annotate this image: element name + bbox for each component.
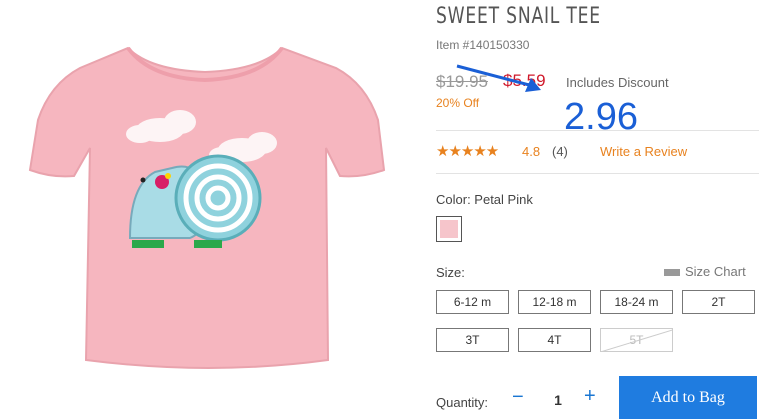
size-option-12-18m[interactable]: 12-18 m [518, 290, 591, 314]
product-title: SWEET SNAIL TEE [436, 4, 601, 29]
quantity-increment-button[interactable]: + [584, 385, 596, 408]
price-annotation: 2.96 [564, 96, 638, 138]
quantity-decrement-button[interactable]: − [512, 386, 524, 409]
swatch-fill [440, 220, 458, 238]
color-label: Color: Petal Pink [436, 192, 533, 207]
divider [436, 130, 759, 131]
size-option-5t-unavailable: 5T [600, 328, 673, 352]
item-number: Item #140150330 [436, 38, 530, 52]
size-option-2t[interactable]: 2T [682, 290, 755, 314]
size-option-3t[interactable]: 3T [436, 328, 509, 352]
size-option-6-12m[interactable]: 6-12 m [436, 290, 509, 314]
add-to-bag-button[interactable]: Add to Bag [619, 376, 757, 419]
write-review-link[interactable]: Write a Review [600, 144, 687, 159]
product-image [28, 46, 386, 369]
color-swatch-petal-pink[interactable] [436, 216, 462, 242]
size-chart-label: Size Chart [685, 264, 746, 279]
size-option-4t[interactable]: 4T [518, 328, 591, 352]
size-chart-link[interactable]: Size Chart [664, 264, 746, 279]
annotation-arrow-icon [456, 64, 541, 92]
discount-note: Includes Discount [566, 75, 669, 90]
review-count[interactable]: (4) [552, 144, 568, 159]
divider [436, 173, 759, 174]
quantity-label: Quantity: [436, 395, 489, 410]
quantity-input[interactable]: 1 [545, 388, 571, 412]
ruler-icon [664, 269, 680, 277]
rating-value: 4.8 [522, 144, 541, 159]
unavailable-slash [601, 329, 672, 351]
size-label: Size: [436, 265, 465, 280]
size-option-18-24m[interactable]: 18-24 m [600, 290, 673, 314]
rating-stars-icon: ★★★★★ [436, 143, 499, 160]
